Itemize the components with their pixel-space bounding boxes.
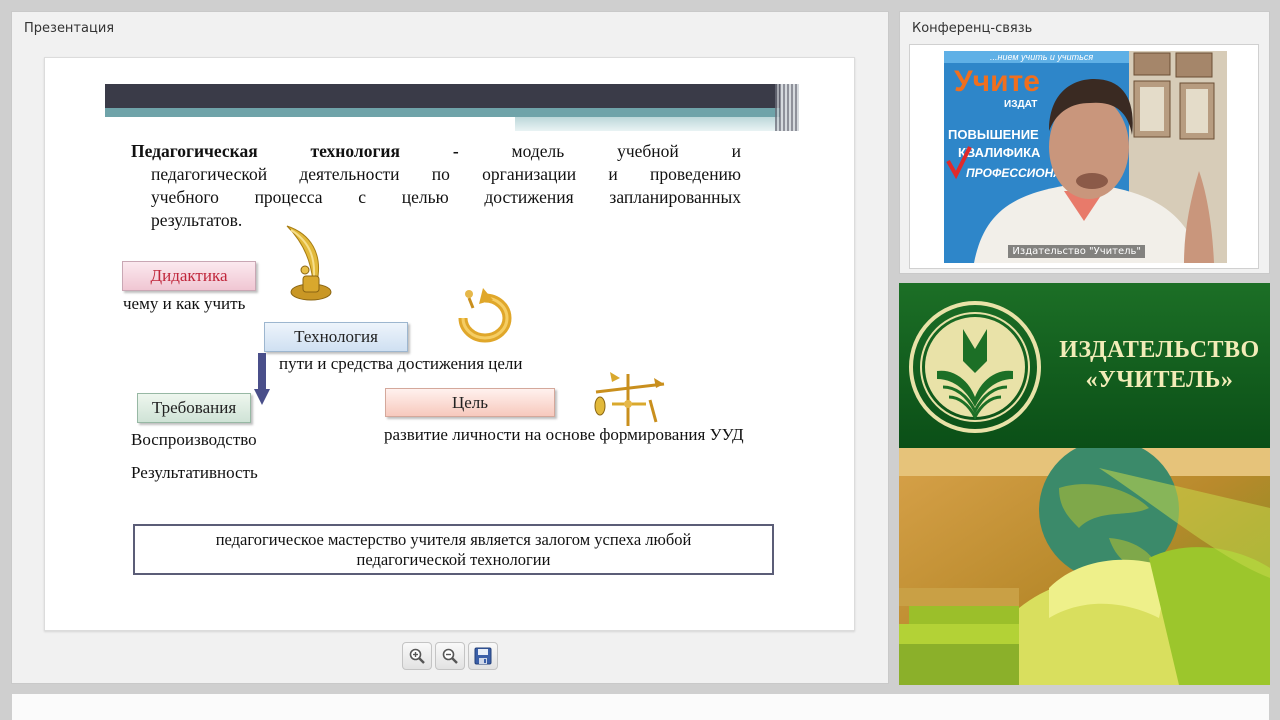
slide-header-accent-light [515, 117, 780, 131]
publisher-name-line2: «УЧИТЕЛЬ» [1085, 367, 1234, 393]
zoom-in-icon [409, 648, 425, 664]
slide-header-accent [105, 108, 780, 117]
didaktika-text: чему и как учить [123, 294, 246, 313]
arrow-down-icon [254, 353, 270, 405]
publisher-banner: ИЗДАТЕЛЬСТВО «УЧИТЕЛЬ» [899, 283, 1270, 685]
zoom-out-icon [442, 648, 458, 664]
tekhnologiya-box: Технология [264, 322, 408, 352]
cycle-arrows-icon [458, 288, 512, 343]
cel-box: Цель [385, 388, 555, 417]
backdrop-text: Учите [954, 65, 1040, 98]
conference-panel-title: Конференц-связь [912, 21, 1033, 36]
presentation-panel: Презентация Педагогическая технология - … [11, 11, 889, 684]
publisher-name: ИЗДАТЕЛЬСТВО «УЧИТЕЛЬ» [1057, 335, 1262, 395]
zoom-in-button[interactable] [402, 642, 432, 670]
weather-vane-icon [594, 372, 665, 426]
save-icon [474, 647, 492, 665]
definition-dash: - [452, 141, 459, 161]
slide-header-bar [105, 84, 780, 108]
slide: Педагогическая технология - модель учебн… [44, 57, 855, 631]
video-feed-image: ...нием учить и учиться Учите ИЗДАТ ПОВЫ… [944, 51, 1227, 263]
definition-line2: педагогической деятельности по организац… [151, 164, 741, 184]
conference-video-frame: ...нием учить и учиться Учите ИЗДАТ ПОВЫ… [909, 44, 1259, 269]
conclusion-line2: педагогической технологии [356, 550, 551, 569]
trebovaniya-item: Воспроизводство [131, 430, 257, 449]
cel-text: развитие личности на основе формирования… [384, 425, 744, 444]
conclusion-line1: педагогическое мастерство учителя являет… [215, 530, 692, 549]
definition-line4: результатов. [151, 210, 243, 230]
tekhnologiya-text: пути и средства достижения цели [279, 354, 523, 373]
webcam-video[interactable]: ...нием учить и учиться Учите ИЗДАТ ПОВЫ… [944, 51, 1227, 263]
definition-text: Педагогическая технология - модель учебн… [131, 140, 741, 232]
slide-header-fade [775, 84, 799, 131]
definition-line1: модель учебной и [511, 141, 742, 161]
video-caption: Издательство "Учитель" [1008, 245, 1145, 258]
backdrop-text: ПОВЫШЕНИЕ [948, 127, 1039, 142]
conclusion-box: педагогическое мастерство учителя являет… [133, 524, 774, 575]
presentation-panel-title: Презентация [24, 21, 115, 36]
slide-toolbar [402, 642, 498, 670]
quill-icon [286, 225, 332, 301]
backdrop-text: ИЗДАТ [1004, 99, 1037, 110]
bottom-panel [11, 693, 1270, 720]
trebovaniya-box: Требования [137, 393, 251, 423]
books-globe-image [899, 448, 1270, 685]
definition-term: Педагогическая технология [131, 141, 400, 161]
publisher-name-line1: ИЗДАТЕЛЬСТВО [1059, 337, 1260, 363]
zoom-out-button[interactable] [435, 642, 465, 670]
conference-panel: Конференц-связь ...нием учить и учиться … [899, 11, 1270, 274]
publisher-logo [909, 301, 1041, 433]
save-button[interactable] [468, 642, 498, 670]
definition-line3: учебного процесса с целью достижения зап… [151, 187, 741, 207]
didaktika-box: Дидактика [122, 261, 256, 291]
trebovaniya-item: Результативность [131, 463, 258, 482]
backdrop-slogan: ...нием учить и учиться [990, 52, 1093, 62]
